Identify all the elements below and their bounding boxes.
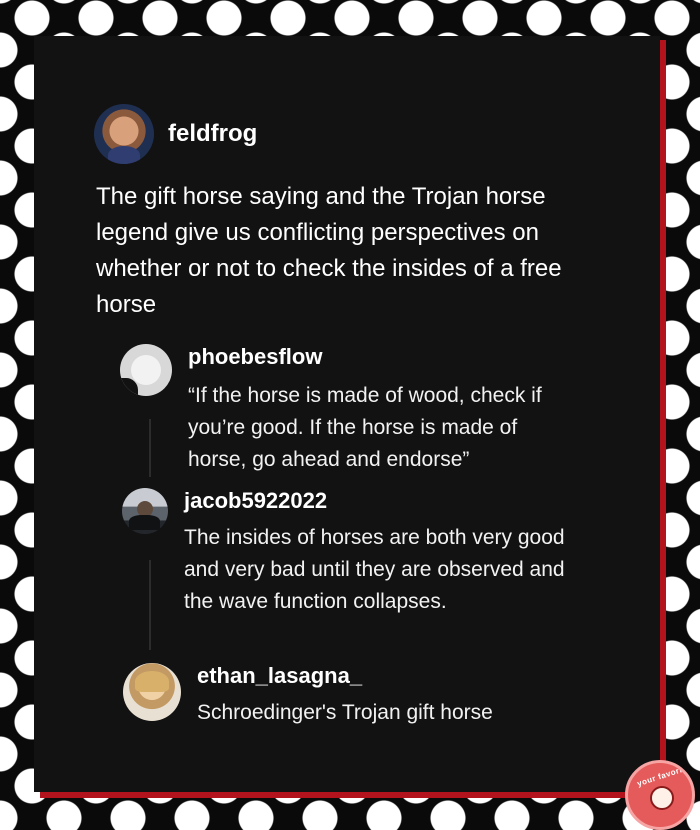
post-card: feldfrog The gift horse saying and the T… xyxy=(34,36,660,792)
badge-label: your favorite xyxy=(635,762,692,789)
reply-item: jacob5922022 The insides of horses are b… xyxy=(122,488,602,618)
reply-item: ethan_lasagna_ Schroedinger's Trojan gif… xyxy=(123,663,603,729)
reply-text: “If the horse is made of wood, check if … xyxy=(188,384,542,471)
reply-text: The insides of horses are both very good… xyxy=(184,526,565,613)
user-avatar[interactable] xyxy=(94,104,154,164)
post-header: feldfrog xyxy=(94,104,257,164)
reply-avatar[interactable] xyxy=(120,344,172,396)
post-author[interactable]: feldfrog xyxy=(168,120,257,148)
reply-text: Schroedinger's Trojan gift horse xyxy=(197,701,493,724)
cartoon-face-icon xyxy=(650,786,674,810)
reply-author[interactable]: ethan_lasagna_ xyxy=(197,663,493,689)
post-body: The gift horse saying and the Trojan hor… xyxy=(96,183,562,318)
reply-author[interactable]: phoebesflow xyxy=(188,344,580,370)
watermark-badge: your favorite xyxy=(625,760,695,830)
page-background: { "post": { "author": "feldfrog", "text"… xyxy=(0,0,700,830)
reply-avatar[interactable] xyxy=(123,663,181,721)
reply-avatar[interactable] xyxy=(122,488,168,534)
reply-content: phoebesflow “If the horse is made of woo… xyxy=(188,344,580,476)
reply-content: jacob5922022 The insides of horses are b… xyxy=(184,488,574,618)
reply-item: phoebesflow “If the horse is made of woo… xyxy=(120,344,590,476)
reply-author[interactable]: jacob5922022 xyxy=(184,488,574,514)
reply-content: ethan_lasagna_ Schroedinger's Trojan gif… xyxy=(197,663,493,729)
